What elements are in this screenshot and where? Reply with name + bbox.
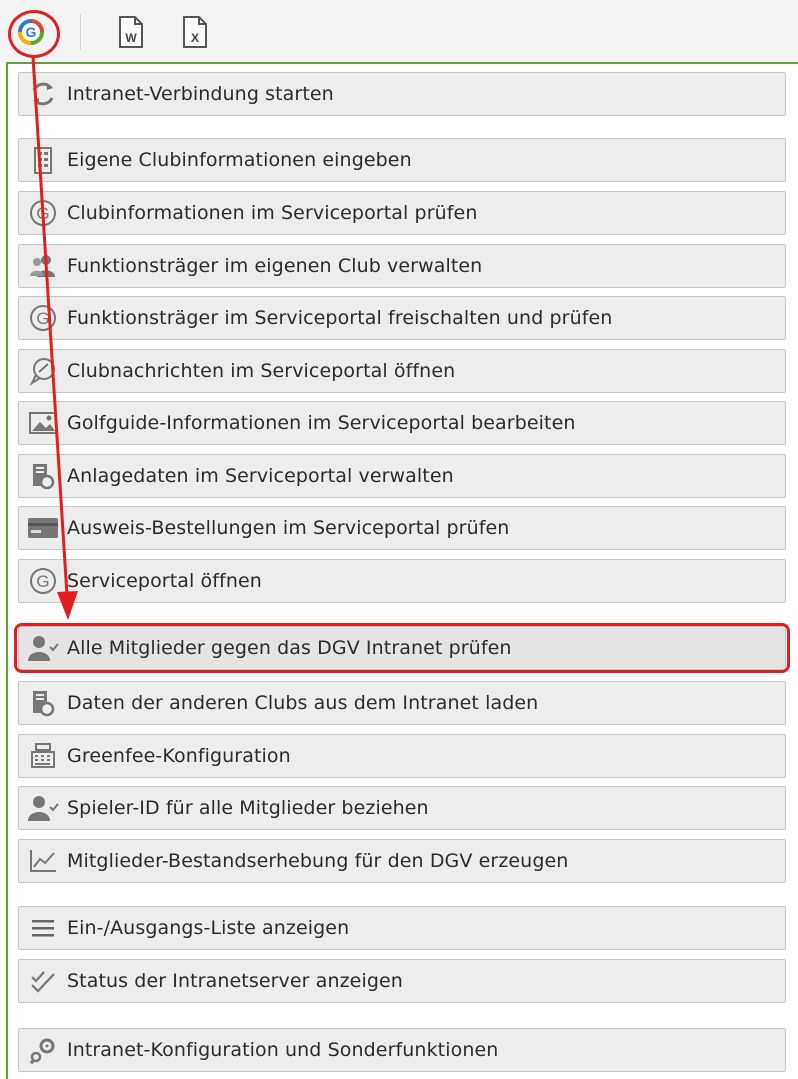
toolbar-separator bbox=[80, 14, 81, 50]
menu-item-label: Intranet-Konfiguration und Sonderfunktio… bbox=[67, 1039, 499, 1061]
line-chart-icon bbox=[25, 844, 61, 878]
chat-bubble-icon bbox=[25, 354, 61, 388]
annotation-circle bbox=[8, 10, 60, 58]
menu-item-label: Eigene Clubinformationen eingeben bbox=[67, 149, 412, 171]
list-icon bbox=[25, 911, 61, 945]
g-circle-icon: G bbox=[25, 196, 61, 230]
menu-item-label: Greenfee-Konfiguration bbox=[67, 745, 291, 767]
menu-item-label: Intranet-Verbindung starten bbox=[67, 83, 334, 105]
user-check-icon bbox=[25, 631, 61, 665]
menu-item-label: Ein-/Ausgangs-Liste anzeigen bbox=[67, 917, 350, 939]
menu-item-label: Ausweis-Bestellungen im Serviceportal pr… bbox=[67, 517, 510, 539]
user-check-icon bbox=[25, 791, 61, 825]
menu-item-label: Clubnachrichten im Serviceportal öffnen bbox=[67, 360, 456, 382]
menu-item-intranet-verbindung[interactable]: Intranet-Verbindung starten bbox=[18, 72, 786, 116]
svg-text:G: G bbox=[36, 309, 49, 328]
menu-item-ausweis-bestellungen[interactable]: Ausweis-Bestellungen im Serviceportal pr… bbox=[18, 506, 786, 550]
gears-icon bbox=[25, 1033, 61, 1067]
toolbar: G W X bbox=[0, 0, 798, 62]
server-icon bbox=[25, 459, 61, 493]
image-icon bbox=[25, 406, 61, 440]
refresh-icon bbox=[25, 77, 61, 111]
menu-item-ein-ausgangs-liste[interactable]: Ein-/Ausgangs-Liste anzeigen bbox=[18, 906, 786, 950]
menu-item-label: Funktionsträger im Serviceportal freisch… bbox=[67, 307, 613, 329]
svg-text:X: X bbox=[191, 31, 199, 45]
svg-text:G: G bbox=[36, 572, 49, 591]
g-circle-icon: G bbox=[25, 564, 61, 598]
menu-item-anlagedaten[interactable]: Anlagedaten im Serviceportal verwalten bbox=[18, 454, 786, 498]
menu-item-label: Spieler-ID für alle Mitglieder beziehen bbox=[67, 797, 429, 819]
menu-item-intranetserver-status[interactable]: Status der Intranetserver anzeigen bbox=[18, 959, 786, 1003]
menu-item-label: Clubinformationen im Serviceportal prüfe… bbox=[67, 202, 478, 224]
menu-item-clubinformationen-pruefen[interactable]: G Clubinformationen im Serviceportal prü… bbox=[18, 191, 786, 235]
menu-item-bestandserhebung[interactable]: Mitglieder-Bestandserhebung für den DGV … bbox=[18, 839, 786, 883]
menu-item-label: Mitglieder-Bestandserhebung für den DGV … bbox=[67, 850, 569, 872]
menu-item-label: Daten der anderen Clubs aus dem Intranet… bbox=[67, 692, 539, 714]
menu-item-funktionstraeger-verwalten[interactable]: Funktionsträger im eigenen Club verwalte… bbox=[18, 244, 786, 288]
word-document-icon[interactable]: W bbox=[113, 12, 149, 52]
menu-item-clubinformationen-eingeben[interactable]: Eigene Clubinformationen eingeben bbox=[18, 138, 786, 182]
menu-item-funktionstraeger-freischalten[interactable]: G Funktionsträger im Serviceportal freis… bbox=[18, 296, 786, 340]
svg-text:W: W bbox=[125, 31, 137, 45]
menu-item-label: Funktionsträger im eigenen Club verwalte… bbox=[67, 255, 483, 277]
menu-item-label: Golfguide-Informationen im Serviceportal… bbox=[67, 412, 576, 434]
menu-item-intranet-konfiguration[interactable]: Intranet-Konfiguration und Sonderfunktio… bbox=[18, 1028, 786, 1072]
menu-item-label: Anlagedaten im Serviceportal verwalten bbox=[67, 465, 454, 487]
menu-item-serviceportal-oeffnen[interactable]: G Serviceportal öffnen bbox=[18, 559, 786, 603]
menu-item-mitglieder-pruefen[interactable]: Alle Mitglieder gegen das DGV Intranet p… bbox=[18, 626, 786, 670]
excel-document-icon[interactable]: X bbox=[177, 12, 213, 52]
menu-item-spieler-id[interactable]: Spieler-ID für alle Mitglieder beziehen bbox=[18, 786, 786, 830]
menu-item-label: Alle Mitglieder gegen das DGV Intranet p… bbox=[67, 637, 512, 659]
menu-item-daten-anderer-clubs[interactable]: Daten der anderen Clubs aus dem Intranet… bbox=[18, 681, 786, 725]
server-icon bbox=[25, 686, 61, 720]
menu-item-golfguide[interactable]: Golfguide-Informationen im Serviceportal… bbox=[18, 401, 786, 445]
svg-text:G: G bbox=[36, 204, 49, 223]
menu-item-clubnachrichten[interactable]: Clubnachrichten im Serviceportal öffnen bbox=[18, 349, 786, 393]
building-icon bbox=[25, 143, 61, 177]
card-icon bbox=[25, 511, 61, 545]
cash-register-icon bbox=[25, 739, 61, 773]
menu-item-greenfee-konfiguration[interactable]: Greenfee-Konfiguration bbox=[18, 734, 786, 778]
double-check-icon bbox=[25, 964, 61, 998]
g-circle-icon: G bbox=[25, 301, 61, 335]
menu-item-label: Status der Intranetserver anzeigen bbox=[67, 970, 403, 992]
menu-item-label: Serviceportal öffnen bbox=[67, 570, 262, 592]
people-icon bbox=[25, 249, 61, 283]
